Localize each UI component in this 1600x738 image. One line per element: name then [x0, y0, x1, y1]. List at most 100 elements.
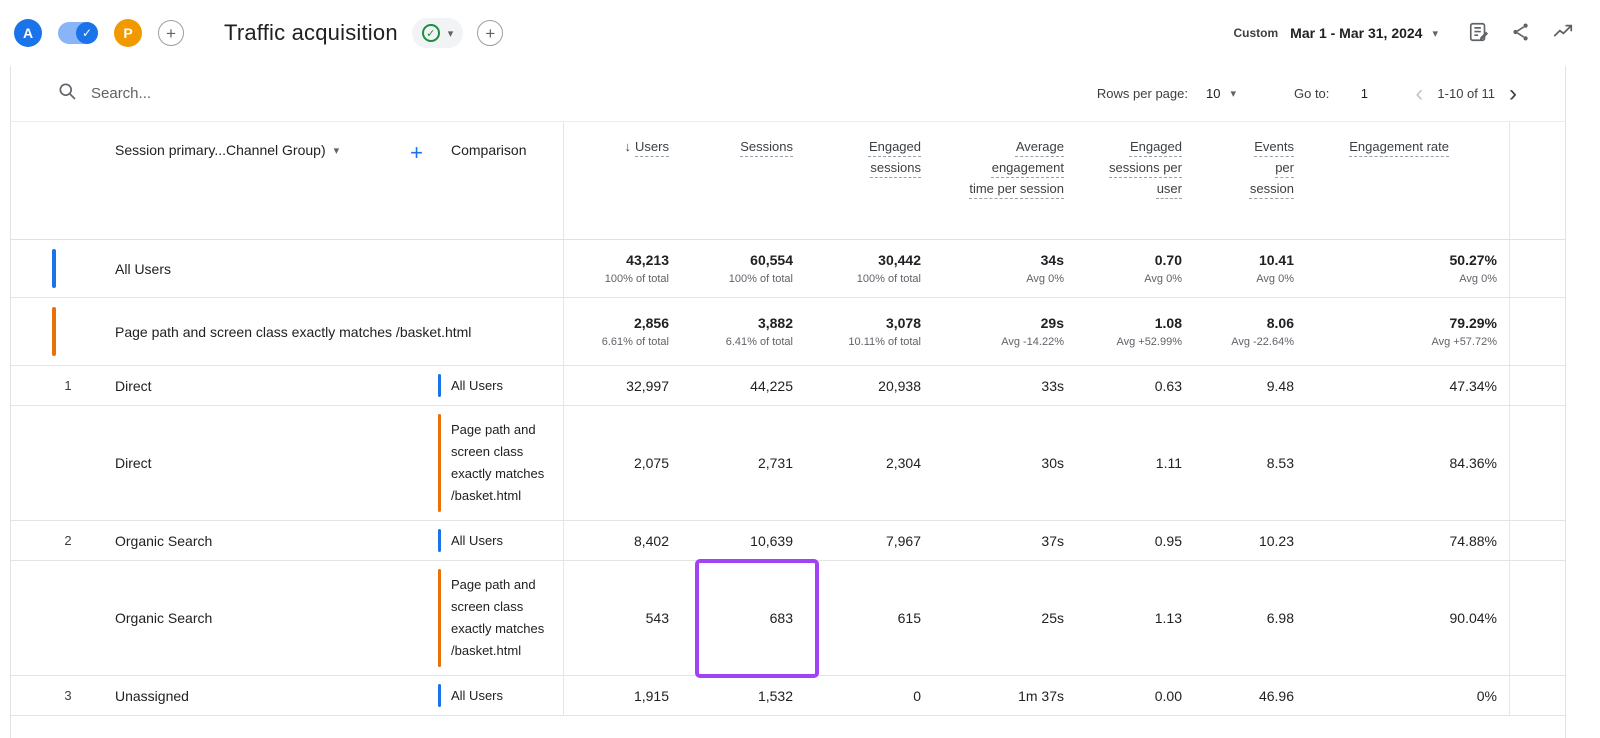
rows-per-page-label: Rows per page:	[1097, 86, 1188, 101]
goto-page-input[interactable]: 1	[1357, 86, 1371, 101]
table-toolbar: Rows per page: 10 ▾ Go to: 1 ‹ 1-10 of 1…	[11, 66, 1565, 122]
column-spacer	[1509, 406, 1565, 520]
comparison-column-header: Comparison	[437, 122, 563, 239]
comparison-toggle[interactable]: ✓	[58, 22, 98, 44]
metric-cell: 2,304	[805, 406, 933, 520]
chevron-down-icon: ▾	[448, 27, 454, 40]
metric-cell: 1,532	[681, 676, 805, 715]
metric-cell: 47.34%	[1306, 366, 1509, 405]
column-header-events-per-session[interactable]: Events per session	[1194, 122, 1306, 239]
column-header-sessions[interactable]: Sessions	[681, 122, 805, 239]
add-dimension-button[interactable]: +	[410, 142, 423, 164]
comparison-label: All Users	[451, 685, 503, 707]
checkmark-icon: ✓	[422, 24, 440, 42]
next-page-button[interactable]: ›	[1509, 82, 1517, 106]
metric-cell: 25s	[933, 561, 1076, 675]
comparison-label: Page path and screen class exactly match…	[451, 419, 555, 507]
table-row: Direct Page path and screen class exactl…	[11, 406, 1565, 521]
column-header-engagement-rate[interactable]: Engagement rate	[1306, 122, 1509, 239]
share-button[interactable]	[1506, 17, 1536, 50]
table-header-row: Session primary...Channel Group) ▾ + Com…	[11, 122, 1565, 240]
metric-cell: 30s	[933, 406, 1076, 520]
metric-cell: 33s	[933, 366, 1076, 405]
table-row: 3Unassigned All Users 1,915 1,532 0 1m 3…	[11, 676, 1565, 716]
metric-cell: 37s	[933, 521, 1076, 560]
previous-page-button[interactable]: ‹	[1415, 82, 1423, 106]
metric-cell: 0.63	[1076, 366, 1194, 405]
column-spacer	[1509, 676, 1565, 715]
add-comparison-button[interactable]: +	[158, 20, 184, 46]
table-row: 1Direct All Users 32,997 44,225 20,938 3…	[11, 366, 1565, 406]
table-row: Organic Search Page path and screen clas…	[11, 561, 1565, 676]
column-header-engaged-sessions-per-user[interactable]: Engaged sessions per user	[1076, 122, 1194, 239]
metric-cell: 20,938	[805, 366, 933, 405]
metric-cell: 74.88%	[1306, 521, 1509, 560]
channel-label: Direct	[115, 455, 152, 471]
metric-cell: 0%	[1306, 676, 1509, 715]
totals-row-all-users: All Users 43,213100% of total 60,554100%…	[11, 240, 1565, 298]
metric-cell: 44,225	[681, 366, 805, 405]
dimension-selector-label: Session primary...Channel Group)	[115, 142, 326, 158]
comparison-label: All Users	[451, 375, 503, 397]
search-icon	[57, 81, 77, 106]
metric-cell: 7,967	[805, 521, 933, 560]
metric-cell: 79.29%Avg +57.72%	[1306, 298, 1509, 365]
column-header-engaged-sessions[interactable]: Engaged sessions	[805, 122, 933, 239]
customize-report-button[interactable]	[1464, 17, 1494, 50]
metric-cell: 8,402	[563, 521, 681, 560]
metric-cell: 90.04%	[1306, 561, 1509, 675]
row-number: 3	[51, 688, 85, 703]
dimension-selector[interactable]: Session primary...Channel Group) ▾	[115, 142, 339, 158]
metric-cell: 2,075	[563, 406, 681, 520]
topbar-actions: Custom Mar 1 - Mar 31, 2024 ▾	[1234, 17, 1600, 50]
report-table-card: Rows per page: 10 ▾ Go to: 1 ‹ 1-10 of 1…	[10, 66, 1566, 738]
comparison-color-bar	[438, 414, 441, 512]
rows-per-page-select[interactable]: 10 ▾	[1206, 86, 1236, 101]
metric-cell: 2,8566.61% of total	[563, 298, 681, 365]
row-number: 2	[51, 533, 85, 548]
column-header-users[interactable]: ↓Users	[563, 122, 681, 239]
metric-cell: 2,731	[681, 406, 805, 520]
dimension-column-header: Session primary...Channel Group) ▾ +	[11, 122, 437, 239]
column-spacer	[1509, 366, 1565, 405]
metric-cell: 1.08Avg +52.99%	[1076, 298, 1194, 365]
metric-cell: 6.98	[1194, 561, 1306, 675]
highlight-box	[695, 559, 819, 678]
metric-cell: 60,554100% of total	[681, 240, 805, 297]
comparison-chip-page-path[interactable]: P	[114, 19, 142, 47]
report-status-dropdown[interactable]: ✓ ▾	[412, 18, 464, 48]
row-number: 1	[51, 378, 85, 393]
metric-cell: 34sAvg 0%	[933, 240, 1076, 297]
date-range-type-label: Custom	[1234, 26, 1279, 40]
metric-cell: 0.00	[1076, 676, 1194, 715]
metric-cell: 32,997	[563, 366, 681, 405]
metric-cell: 8.06Avg -22.64%	[1194, 298, 1306, 365]
metric-cell: 46.96	[1194, 676, 1306, 715]
column-header-avg-engagement-time[interactable]: Average engagement time per session	[933, 122, 1076, 239]
report-title-area: Traffic acquisition ✓ ▾ +	[224, 18, 503, 48]
comparison-label: Page path and screen class exactly match…	[451, 574, 555, 662]
metric-cell: 3,8826.41% of total	[681, 298, 805, 365]
table-row: 2Organic Search All Users 8,402 10,639 7…	[11, 521, 1565, 561]
comparison-chip-all-users[interactable]: A	[14, 19, 42, 47]
comparison-color-bar	[438, 529, 441, 552]
totals-label: Page path and screen class exactly match…	[115, 321, 471, 343]
metric-cell: 0.70Avg 0%	[1076, 240, 1194, 297]
comparison-label: All Users	[451, 530, 503, 552]
column-spacer	[1509, 561, 1565, 675]
metric-cell: 615	[805, 561, 933, 675]
sort-descending-icon: ↓	[625, 139, 632, 154]
date-range-picker[interactable]: Mar 1 - Mar 31, 2024 ▾	[1290, 25, 1438, 41]
add-report-button[interactable]: +	[477, 20, 503, 46]
metric-cell: 0	[805, 676, 933, 715]
metric-cell: 84.36%	[1306, 406, 1509, 520]
customize-report-icon	[1468, 21, 1490, 46]
metric-cell: 30,442100% of total	[805, 240, 933, 297]
metric-cell-highlighted: 683	[681, 561, 805, 675]
metric-cell: 1m 37s	[933, 676, 1076, 715]
search-input[interactable]	[91, 85, 411, 102]
metric-cell: 1,915	[563, 676, 681, 715]
comparison-header-label: Comparison	[451, 142, 526, 158]
insights-button[interactable]	[1548, 17, 1578, 50]
metric-cell: 43,213100% of total	[563, 240, 681, 297]
